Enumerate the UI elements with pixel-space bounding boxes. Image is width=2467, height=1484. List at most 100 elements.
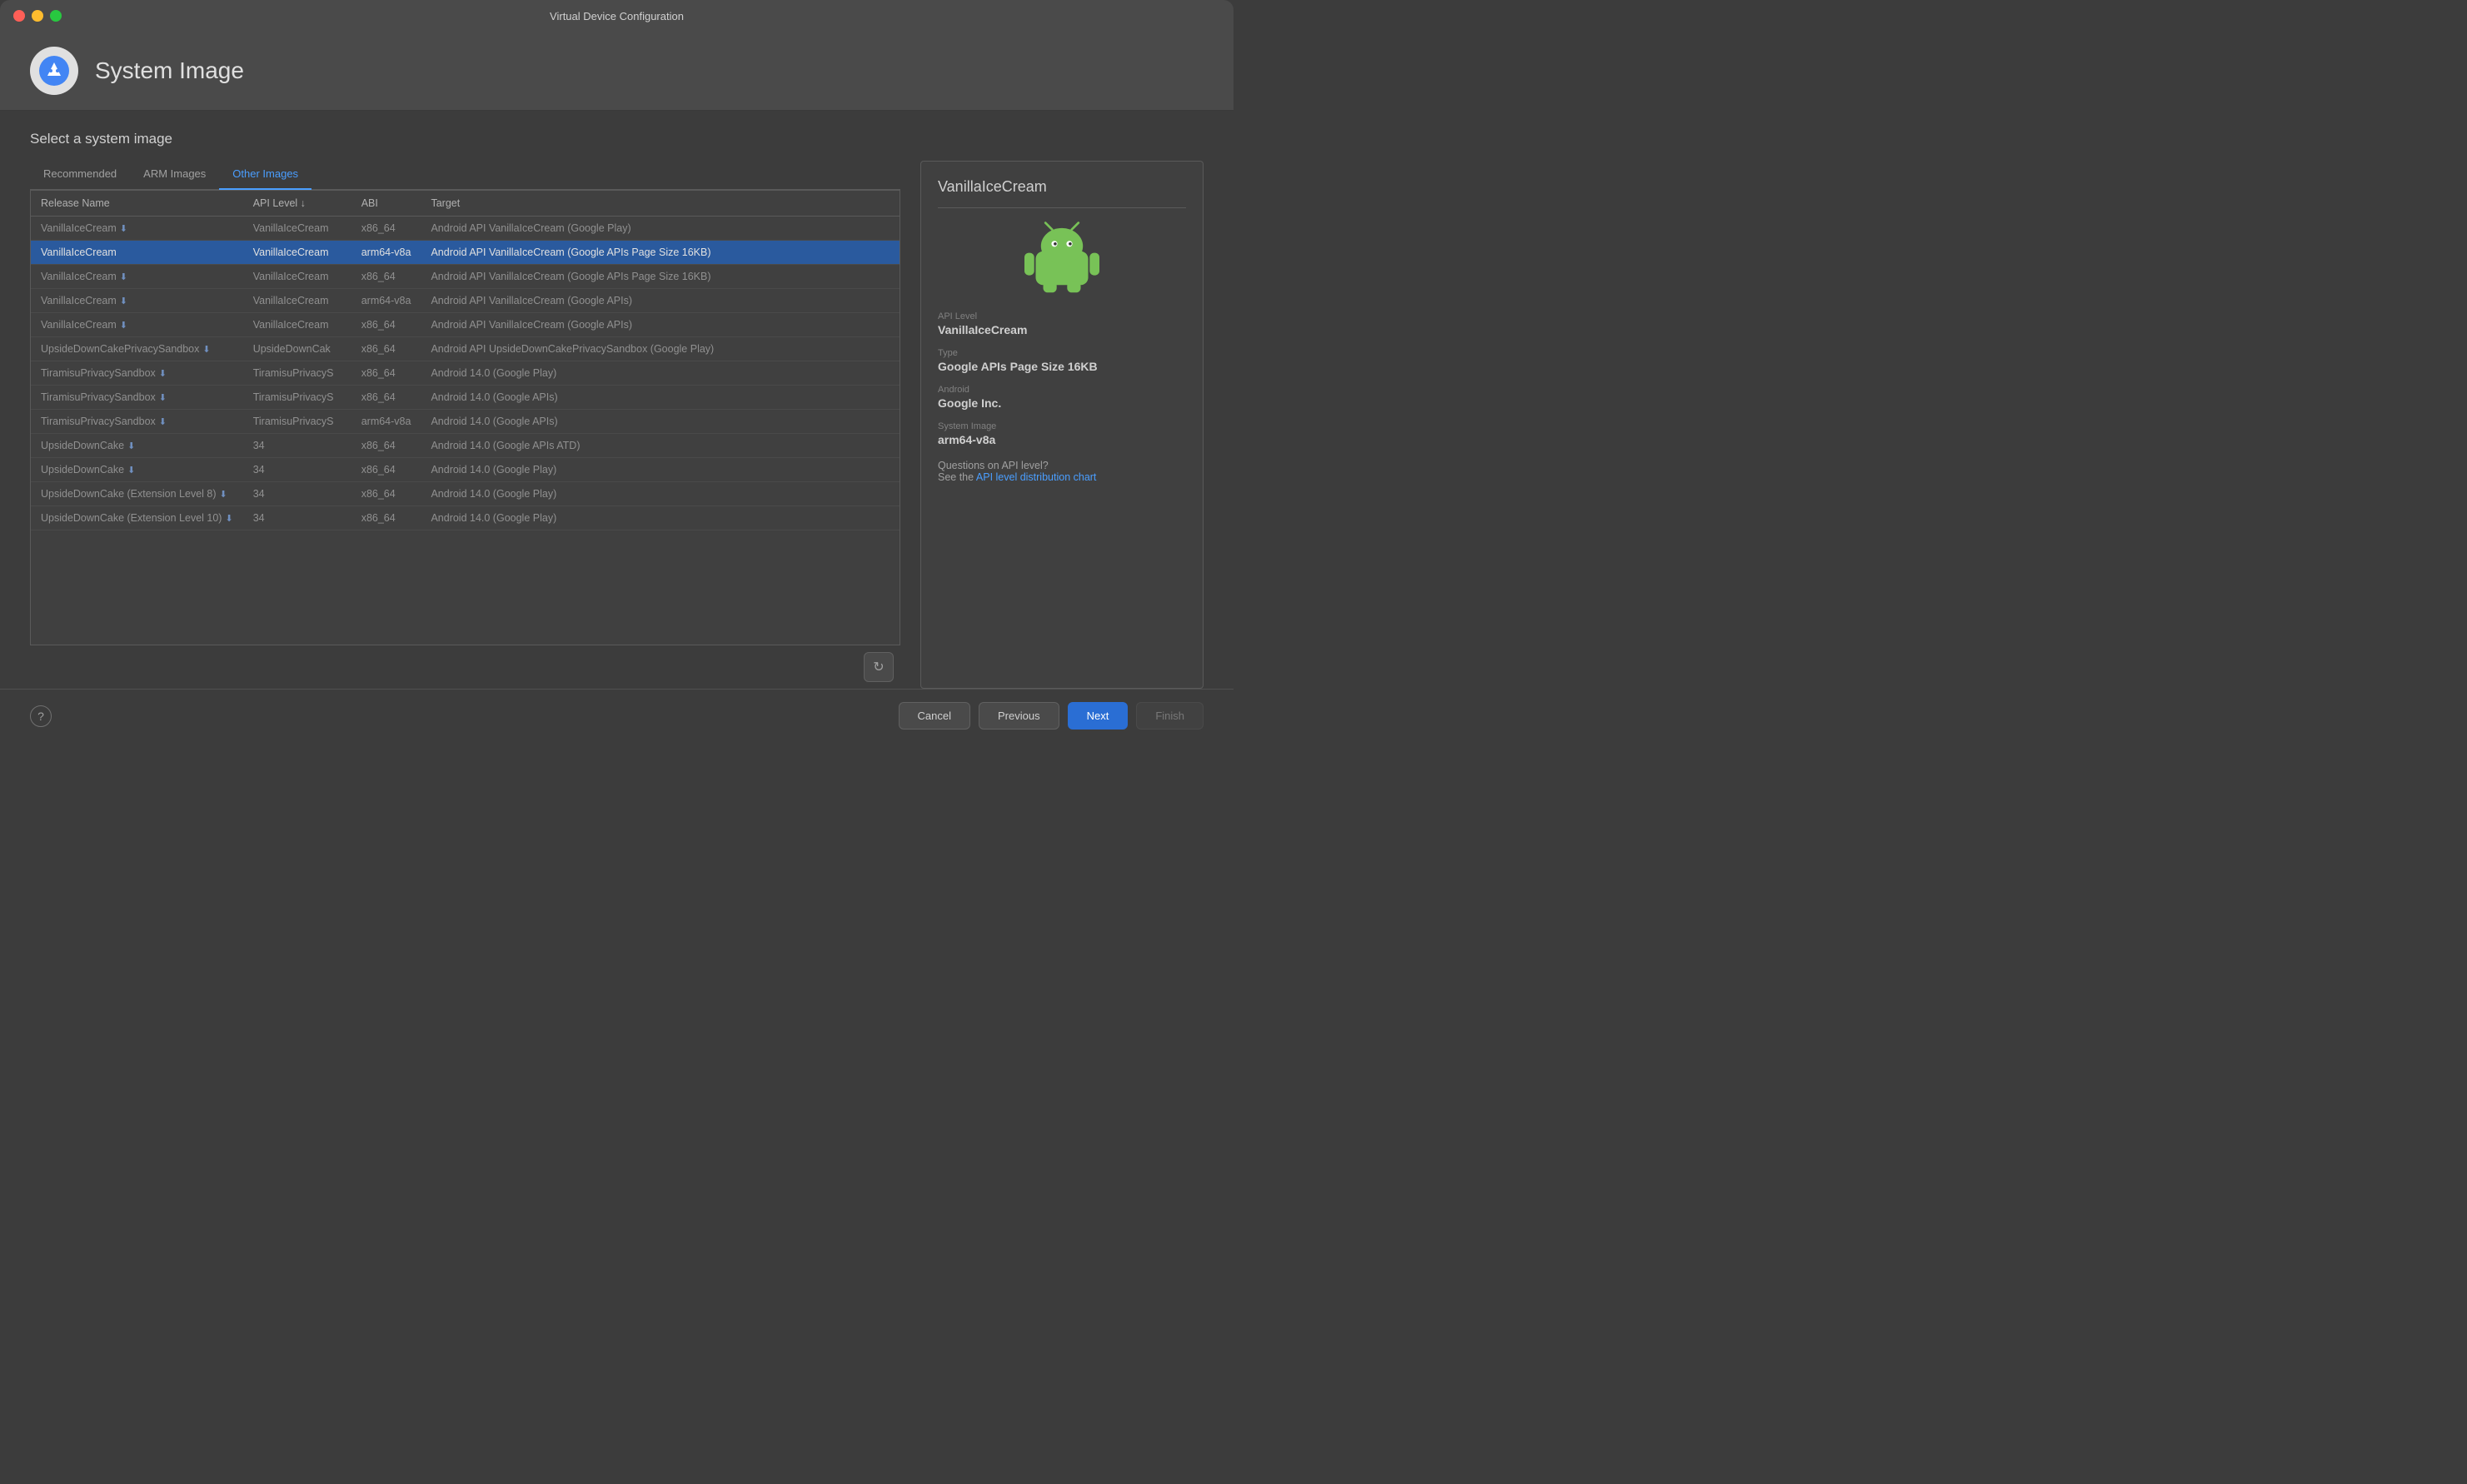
row-target: Android 14.0 (Google Play) — [421, 482, 900, 506]
table-row[interactable]: VanillaIceCreamVanillaIceCreamarm64-v8aA… — [31, 241, 900, 265]
table-row[interactable]: UpsideDownCake⬇34x86_64Android 14.0 (Goo… — [31, 434, 900, 458]
row-release-name: UpsideDownCake⬇ — [31, 458, 243, 482]
android-logo-container — [938, 220, 1186, 295]
row-target: Android 14.0 (Google APIs) — [421, 386, 900, 410]
row-api-level: VanillaIceCream — [243, 217, 351, 241]
android-studio-icon — [39, 56, 69, 86]
tab-arm-images[interactable]: ARM Images — [130, 161, 219, 190]
row-abi: x86_64 — [351, 434, 421, 458]
footer-right: Cancel Previous Next Finish — [899, 702, 1204, 730]
row-target: Android 14.0 (Google APIs ATD) — [421, 434, 900, 458]
row-api-level: VanillaIceCream — [243, 265, 351, 289]
table-header: Release Name API Level ↓ ABI Target — [31, 191, 900, 217]
row-release-name: UpsideDownCake (Extension Level 8)⬇ — [31, 482, 243, 506]
minimize-button[interactable] — [32, 10, 43, 22]
api-distribution-link[interactable]: API level distribution chart — [976, 471, 1097, 483]
row-target: Android API VanillaIceCream (Google Play… — [421, 217, 900, 241]
tab-recommended[interactable]: Recommended — [30, 161, 130, 190]
row-abi: x86_64 — [351, 506, 421, 530]
row-abi: x86_64 — [351, 337, 421, 361]
table-row[interactable]: UpsideDownCakePrivacySandbox⬇UpsideDownC… — [31, 337, 900, 361]
row-release-name: VanillaIceCream⬇ — [31, 313, 243, 337]
row-abi: x86_64 — [351, 361, 421, 386]
row-api-level: VanillaIceCream — [243, 241, 351, 265]
page-title: System Image — [95, 57, 244, 84]
system-image-table[interactable]: Release Name API Level ↓ ABI Target Vani… — [30, 190, 900, 645]
detail-android: Android Google Inc. — [938, 385, 1186, 410]
row-api-level: 34 — [243, 434, 351, 458]
row-target: Android API VanillaIceCream (Google APIs… — [421, 265, 900, 289]
table-row[interactable]: UpsideDownCake (Extension Level 10)⬇34x8… — [31, 506, 900, 530]
footer: ? Cancel Previous Next Finish — [0, 689, 1234, 742]
row-api-level: UpsideDownCak — [243, 337, 351, 361]
row-target: Android API UpsideDownCakePrivacySandbox… — [421, 337, 900, 361]
row-target: Android 14.0 (Google Play) — [421, 361, 900, 386]
col-target: Target — [421, 191, 900, 217]
row-target: Android API VanillaIceCream (Google APIs… — [421, 241, 900, 265]
close-button[interactable] — [13, 10, 25, 22]
row-api-level: TiramisuPrivacyS — [243, 386, 351, 410]
row-release-name: VanillaIceCream⬇ — [31, 217, 243, 241]
table-row[interactable]: TiramisuPrivacySandbox⬇TiramisuPrivacySa… — [31, 410, 900, 434]
maximize-button[interactable] — [50, 10, 62, 22]
row-abi: arm64-v8a — [351, 289, 421, 313]
row-target: Android 14.0 (Google APIs) — [421, 410, 900, 434]
table-row[interactable]: VanillaIceCream⬇VanillaIceCreamx86_64And… — [31, 313, 900, 337]
android-logo-icon — [1024, 220, 1099, 295]
row-api-level: 34 — [243, 458, 351, 482]
content-area: Recommended ARM Images Other Images Rele… — [30, 161, 1204, 689]
cancel-button[interactable]: Cancel — [899, 702, 970, 730]
table-row[interactable]: VanillaIceCream⬇VanillaIceCreamx86_64And… — [31, 217, 900, 241]
row-abi: x86_64 — [351, 313, 421, 337]
footer-left: ? — [30, 705, 52, 727]
row-target: Android 14.0 (Google Play) — [421, 458, 900, 482]
row-target: Android API VanillaIceCream (Google APIs… — [421, 289, 900, 313]
row-release-name: UpsideDownCakePrivacySandbox⬇ — [31, 337, 243, 361]
row-api-level: 34 — [243, 482, 351, 506]
detail-card: VanillaIceCream — [920, 161, 1204, 689]
row-api-level: TiramisuPrivacyS — [243, 361, 351, 386]
col-api-level[interactable]: API Level ↓ — [243, 191, 351, 217]
row-release-name: TiramisuPrivacySandbox⬇ — [31, 410, 243, 434]
next-button[interactable]: Next — [1068, 702, 1129, 730]
row-release-name: VanillaIceCream — [31, 241, 243, 265]
left-panel: Recommended ARM Images Other Images Rele… — [30, 161, 900, 689]
header: System Image — [0, 32, 1234, 111]
table-row[interactable]: TiramisuPrivacySandbox⬇TiramisuPrivacySx… — [31, 361, 900, 386]
row-release-name: TiramisuPrivacySandbox⬇ — [31, 386, 243, 410]
row-release-name: UpsideDownCake⬇ — [31, 434, 243, 458]
row-abi: x86_64 — [351, 482, 421, 506]
table-row[interactable]: VanillaIceCream⬇VanillaIceCreamx86_64And… — [31, 265, 900, 289]
row-api-level: TiramisuPrivacyS — [243, 410, 351, 434]
right-panel: VanillaIceCream — [920, 161, 1204, 689]
tab-bar: Recommended ARM Images Other Images — [30, 161, 900, 190]
detail-title: VanillaIceCream — [938, 178, 1186, 208]
detail-api-level: API Level VanillaIceCream — [938, 311, 1186, 336]
refresh-button[interactable]: ↻ — [864, 652, 894, 682]
title-bar: Virtual Device Configuration — [0, 0, 1234, 32]
row-api-level: VanillaIceCream — [243, 313, 351, 337]
row-target: Android API VanillaIceCream (Google APIs… — [421, 313, 900, 337]
table-row[interactable]: UpsideDownCake (Extension Level 8)⬇34x86… — [31, 482, 900, 506]
row-release-name: VanillaIceCream⬇ — [31, 289, 243, 313]
table-row[interactable]: UpsideDownCake⬇34x86_64Android 14.0 (Goo… — [31, 458, 900, 482]
row-release-name: TiramisuPrivacySandbox⬇ — [31, 361, 243, 386]
row-abi: arm64-v8a — [351, 410, 421, 434]
previous-button[interactable]: Previous — [979, 702, 1059, 730]
table-row[interactable]: VanillaIceCream⬇VanillaIceCreamarm64-v8a… — [31, 289, 900, 313]
table-row[interactable]: TiramisuPrivacySandbox⬇TiramisuPrivacySx… — [31, 386, 900, 410]
finish-button: Finish — [1136, 702, 1204, 730]
table-footer: ↻ — [30, 645, 900, 689]
tab-other-images[interactable]: Other Images — [219, 161, 311, 190]
col-release-name: Release Name — [31, 191, 243, 217]
row-abi: x86_64 — [351, 217, 421, 241]
row-release-name: VanillaIceCream⬇ — [31, 265, 243, 289]
help-button[interactable]: ? — [30, 705, 52, 727]
app-icon — [30, 47, 78, 95]
section-title: Select a system image — [30, 131, 1204, 147]
api-question-text: Questions on API level? See the API leve… — [938, 460, 1186, 483]
row-abi: arm64-v8a — [351, 241, 421, 265]
main-content: Select a system image Recommended ARM Im… — [0, 111, 1234, 689]
row-target: Android 14.0 (Google Play) — [421, 506, 900, 530]
row-api-level: VanillaIceCream — [243, 289, 351, 313]
